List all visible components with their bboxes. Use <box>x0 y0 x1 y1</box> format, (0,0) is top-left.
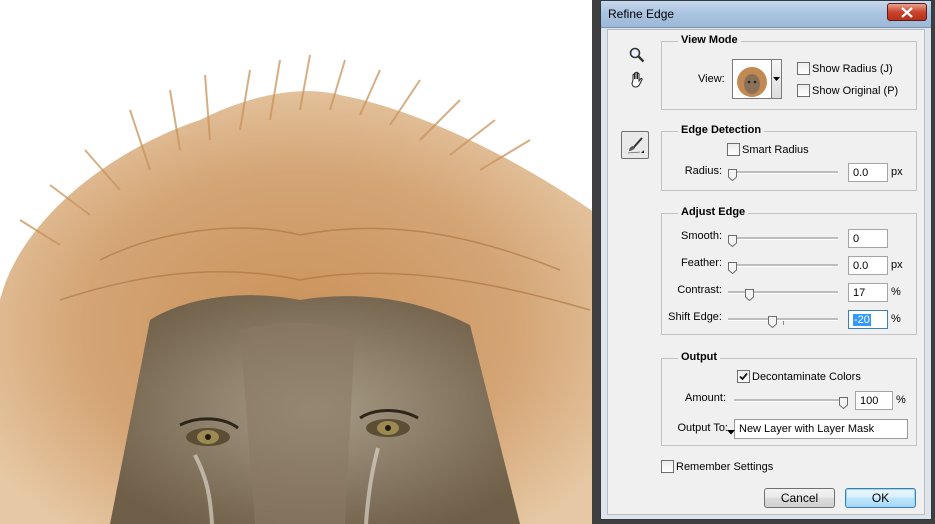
smart-radius-checkbox[interactable] <box>727 143 740 156</box>
dialog-title: Refine Edge <box>608 7 675 21</box>
contrast-label: Contrast: <box>677 284 722 296</box>
feather-slider[interactable] <box>728 258 838 275</box>
zoom-tool[interactable] <box>626 44 648 66</box>
refine-edge-dialog: Refine Edge View Mode View: Show Radius … <box>600 0 932 520</box>
output-title: Output <box>678 351 721 363</box>
slider-thumb[interactable] <box>728 259 737 275</box>
show-original-label: Show Original (P) <box>812 85 899 97</box>
show-radius-checkbox[interactable] <box>797 62 810 75</box>
feather-field[interactable]: 0.0 <box>848 256 888 275</box>
hand-tool[interactable] <box>626 68 648 90</box>
output-to-label: Output To: <box>677 422 728 434</box>
remember-settings-checkbox[interactable] <box>661 460 674 473</box>
lion-photo <box>0 54 598 524</box>
shift-edge-unit: % <box>891 313 901 325</box>
feather-label: Feather: <box>681 257 722 269</box>
show-radius-label: Show Radius (J) <box>812 63 893 75</box>
contrast-field[interactable]: 17 <box>848 283 888 302</box>
slider-thumb[interactable] <box>768 313 777 329</box>
view-label: View: <box>698 73 725 85</box>
shift-edge-value: -20 <box>853 314 871 326</box>
view-mode-thumbnail[interactable] <box>732 59 772 99</box>
decontaminate-colors-checkbox[interactable] <box>737 370 750 383</box>
adjust-edge-group: Adjust Edge Smooth: 0 Feather: 0.0 px Co… <box>661 206 917 335</box>
amount-unit: % <box>896 394 906 406</box>
view-mode-dropdown[interactable] <box>772 59 782 99</box>
decontaminate-colors-label: Decontaminate Colors <box>752 371 861 383</box>
dialog-body: View Mode View: Show Radius (J) Show Ori… <box>607 29 925 515</box>
amount-field[interactable]: 100 <box>855 391 893 410</box>
feather-unit: px <box>891 259 903 271</box>
shift-edge-field[interactable]: -20 <box>848 310 888 329</box>
contrast-slider[interactable] <box>728 285 838 302</box>
smooth-field[interactable]: 0 <box>848 229 888 248</box>
radius-slider[interactable] <box>728 165 838 182</box>
edge-detection-group: Edge Detection Smart Radius Radius: 0.0 … <box>661 124 917 191</box>
edge-detection-title: Edge Detection <box>678 124 765 136</box>
image-canvas[interactable] <box>0 0 598 524</box>
lion-thumbnail <box>733 60 771 98</box>
radius-unit: px <box>891 166 903 178</box>
output-group: Output Decontaminate Colors Amount: 100 … <box>661 351 917 446</box>
amount-label: Amount: <box>685 392 726 404</box>
slider-thumb[interactable] <box>745 286 754 302</box>
view-mode-group: View Mode View: Show Radius (J) Show Ori… <box>661 34 917 110</box>
smart-radius-label: Smart Radius <box>742 144 809 156</box>
adjust-edge-title: Adjust Edge <box>678 206 749 218</box>
refine-radius-tool[interactable] <box>621 131 649 159</box>
smooth-slider[interactable] <box>728 231 838 248</box>
slider-thumb[interactable] <box>728 232 737 248</box>
view-mode-title: View Mode <box>678 34 741 46</box>
shift-edge-label: Shift Edge: <box>668 311 722 323</box>
show-original-checkbox[interactable] <box>797 84 810 97</box>
contrast-unit: % <box>891 286 901 298</box>
amount-slider[interactable] <box>734 393 848 410</box>
close-button[interactable] <box>887 3 927 21</box>
ok-button[interactable]: OK <box>845 488 916 508</box>
radius-label: Radius: <box>684 165 722 177</box>
cancel-button[interactable]: Cancel <box>764 488 835 508</box>
slider-thumb[interactable] <box>839 394 848 410</box>
radius-field[interactable]: 0.0 <box>848 163 888 182</box>
slider-thumb[interactable] <box>728 166 737 182</box>
output-to-select[interactable]: New Layer with Layer Mask <box>727 419 908 439</box>
title-bar[interactable]: Refine Edge <box>601 1 931 28</box>
remember-settings-label: Remember Settings <box>676 461 774 473</box>
shift-edge-slider[interactable] <box>728 312 838 329</box>
output-to-value: New Layer with Layer Mask <box>739 423 875 435</box>
smooth-label: Smooth: <box>681 230 722 242</box>
